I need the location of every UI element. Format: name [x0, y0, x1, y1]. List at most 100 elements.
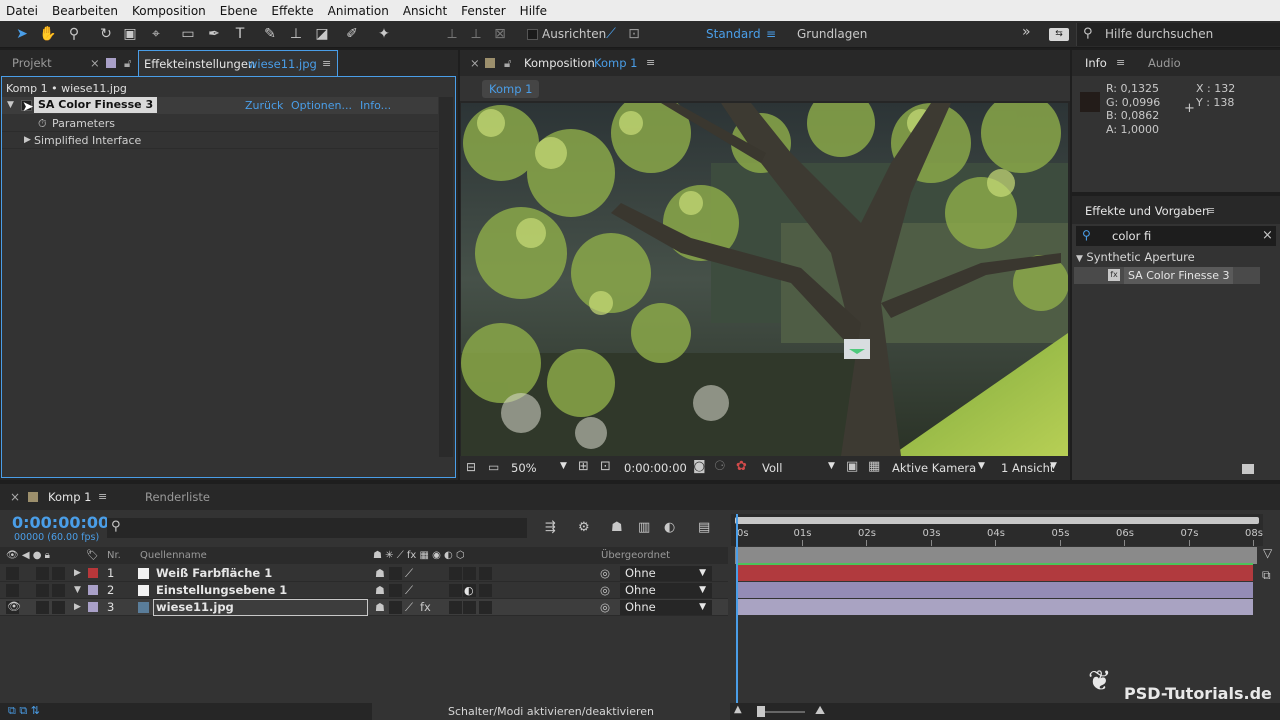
comp-chip[interactable]: Komp 1	[482, 80, 540, 98]
pickwhip-icon[interactable]: ◎	[600, 582, 610, 599]
motion-blur-switch[interactable]	[449, 567, 462, 580]
menu-ebene[interactable]: Ebene	[220, 4, 258, 18]
adjustment-switch[interactable]	[463, 567, 476, 580]
snapshot-icon[interactable]: ◙	[693, 459, 706, 474]
solo-toggle[interactable]	[36, 601, 49, 614]
axis-world-icon[interactable]: ⟂	[466, 25, 486, 43]
zoom-level[interactable]: 50%	[511, 461, 537, 475]
zoom-slider-thumb[interactable]	[757, 706, 765, 717]
resolution[interactable]: Voll	[762, 461, 782, 475]
checker-icon[interactable]: ▦	[868, 459, 880, 474]
reset-link[interactable]: Zurück	[245, 97, 283, 114]
views-dropdown-icon[interactable]: ▼	[1050, 461, 1057, 471]
viewer-lock-icon[interactable]: 🔓︎	[504, 50, 511, 76]
video-toggle[interactable]: 👁︎	[6, 600, 21, 614]
brush-tool-icon[interactable]: ✎	[260, 25, 280, 43]
always-preview-icon[interactable]: ⊟	[466, 460, 476, 474]
comp-mini-flowchart-icon[interactable]: ⇶	[545, 520, 556, 535]
timecode[interactable]: 0:00:00:00	[12, 513, 109, 532]
options-link[interactable]: Optionen...	[291, 97, 352, 114]
category-expand-icon[interactable]: ▼	[1076, 254, 1083, 264]
quality-switch-icon[interactable]: ⟋	[405, 599, 413, 616]
time-ruler[interactable]: 0s 01s 02s 03s 04s 05s 06s 07s 08s	[731, 514, 1263, 546]
solo-toggle[interactable]	[36, 584, 49, 597]
axis-local-icon[interactable]: ⟂	[442, 25, 462, 43]
camera-tool-icon[interactable]: ▣	[120, 25, 140, 43]
3d-switch[interactable]	[479, 601, 492, 614]
workspace-standard[interactable]: Standard	[706, 27, 761, 41]
parameters-row[interactable]: ⏱︎ Parameters	[2, 115, 438, 132]
lock-toggle[interactable]	[52, 584, 65, 597]
pickwhip-icon[interactable]: ◎	[600, 565, 610, 582]
workspace-grundlagen[interactable]: Grundlagen	[797, 27, 867, 41]
collapse-switch[interactable]	[389, 601, 402, 614]
menu-ansicht[interactable]: Ansicht	[403, 4, 447, 18]
rotate-tool-icon[interactable]: ↻	[96, 25, 116, 43]
video-toggle[interactable]	[6, 584, 19, 597]
menu-fenster[interactable]: Fenster	[461, 4, 506, 18]
layer-duration-bar[interactable]	[737, 582, 1253, 598]
layer-row[interactable]: 👁︎ ▶ 3 wiese11.jpg ☗ ⟋ fx ◎ Ohne ▼	[0, 599, 728, 616]
axis-view-icon[interactable]: ⊠	[490, 25, 510, 43]
shy-switch-icon[interactable]: ☗	[375, 565, 385, 582]
scrollbar[interactable]	[439, 97, 453, 457]
panel-menu-icon[interactable]: ≡	[322, 57, 331, 70]
layer-switches-icon[interactable]: ⧉ ⧉ ⇅	[8, 704, 40, 718]
active-camera[interactable]: Aktive Kamera	[892, 461, 976, 475]
menu-komposition[interactable]: Komposition	[132, 4, 206, 18]
layer-name[interactable]: Einstellungsebene 1	[156, 582, 287, 599]
expand-effect-icon[interactable]: ▼	[7, 97, 14, 114]
channels-icon[interactable]: ✿	[736, 459, 747, 474]
effects-menu-icon[interactable]: ≡	[1206, 204, 1215, 217]
clone-stamp-tool-icon[interactable]: ⊥	[286, 25, 306, 43]
camera-dropdown-icon[interactable]: ▼	[978, 461, 985, 471]
expand-icon[interactable]: ▶	[24, 132, 31, 149]
menu-animation[interactable]: Animation	[328, 4, 389, 18]
roto-brush-tool-icon[interactable]: ✐	[342, 25, 362, 43]
effect-name[interactable]: SA Color Finesse 3	[34, 97, 158, 113]
layer-label-color[interactable]	[88, 568, 98, 578]
lock-icon[interactable]: 🔓︎	[124, 50, 131, 76]
tab-projekt[interactable]: Projekt	[12, 50, 52, 76]
workspace-overflow-icon[interactable]: »	[1022, 24, 1031, 40]
layer-expand-icon[interactable]: ▼	[74, 582, 81, 599]
parent-dropdown[interactable]: Ohne ▼	[620, 566, 712, 581]
shy-switch-icon[interactable]: ☗	[375, 599, 385, 616]
collapse-switch[interactable]	[389, 567, 402, 580]
layer-row[interactable]: ▶ 1 Weiß Farbfläche 1 ☗ ⟋ ◎ Ohne ▼	[0, 565, 728, 582]
hand-tool-icon[interactable]: ✋	[38, 25, 58, 43]
zoom-tool-icon[interactable]: ⚲	[64, 25, 84, 43]
zoom-in-icon[interactable]: ⛰	[815, 703, 825, 718]
lock-toggle[interactable]	[52, 567, 65, 580]
workspace-menu-icon[interactable]: ≡	[766, 27, 776, 41]
solo-toggle[interactable]	[36, 567, 49, 580]
3d-switch[interactable]	[479, 567, 492, 580]
menu-datei[interactable]: Datei	[6, 4, 38, 18]
menu-hilfe[interactable]: Hilfe	[520, 4, 547, 18]
quality-switch-icon[interactable]: ⟋	[405, 565, 413, 582]
layer-expand-icon[interactable]: ▶	[74, 565, 81, 582]
comp-button-icon[interactable]: ⧉	[1262, 568, 1271, 583]
sync-settings-icon[interactable]: ⇆	[1049, 28, 1069, 41]
close-tab-icon[interactable]: ×	[90, 50, 100, 76]
layer-duration-bar[interactable]	[737, 599, 1253, 615]
selection-tool-icon[interactable]: ➤	[12, 25, 32, 43]
tab-renderliste[interactable]: Renderliste	[145, 490, 210, 504]
work-area-bar[interactable]	[735, 517, 1259, 524]
category-row[interactable]: ▼ Synthetic Aperture	[1076, 249, 1280, 266]
composition-image[interactable]	[461, 103, 1068, 456]
layer-row[interactable]: ▼ 2 Einstellungsebene 1 ☗ ⟋ ◐ ◎ Ohne ▼	[0, 582, 728, 599]
simplified-interface-row[interactable]: ▶ Simplified Interface	[2, 132, 438, 149]
lock-toggle[interactable]	[52, 601, 65, 614]
pan-behind-tool-icon[interactable]: ⌖	[146, 25, 166, 43]
zoom-dropdown-icon[interactable]: ▼	[560, 461, 567, 471]
show-snapshot-icon[interactable]: ⚆	[714, 459, 726, 474]
layer-label-color[interactable]	[88, 602, 98, 612]
playhead[interactable]	[736, 514, 738, 720]
layer-label-color[interactable]	[88, 585, 98, 595]
ausrichten-checkbox[interactable]	[527, 29, 538, 40]
effects-search-field[interactable]: ⚲ color fi ×	[1076, 226, 1276, 246]
pen-tool-icon[interactable]: ✒	[204, 25, 224, 43]
tab-komposition-comp[interactable]: Komp 1	[594, 50, 637, 76]
info-menu-icon[interactable]: ≡	[1116, 50, 1125, 76]
